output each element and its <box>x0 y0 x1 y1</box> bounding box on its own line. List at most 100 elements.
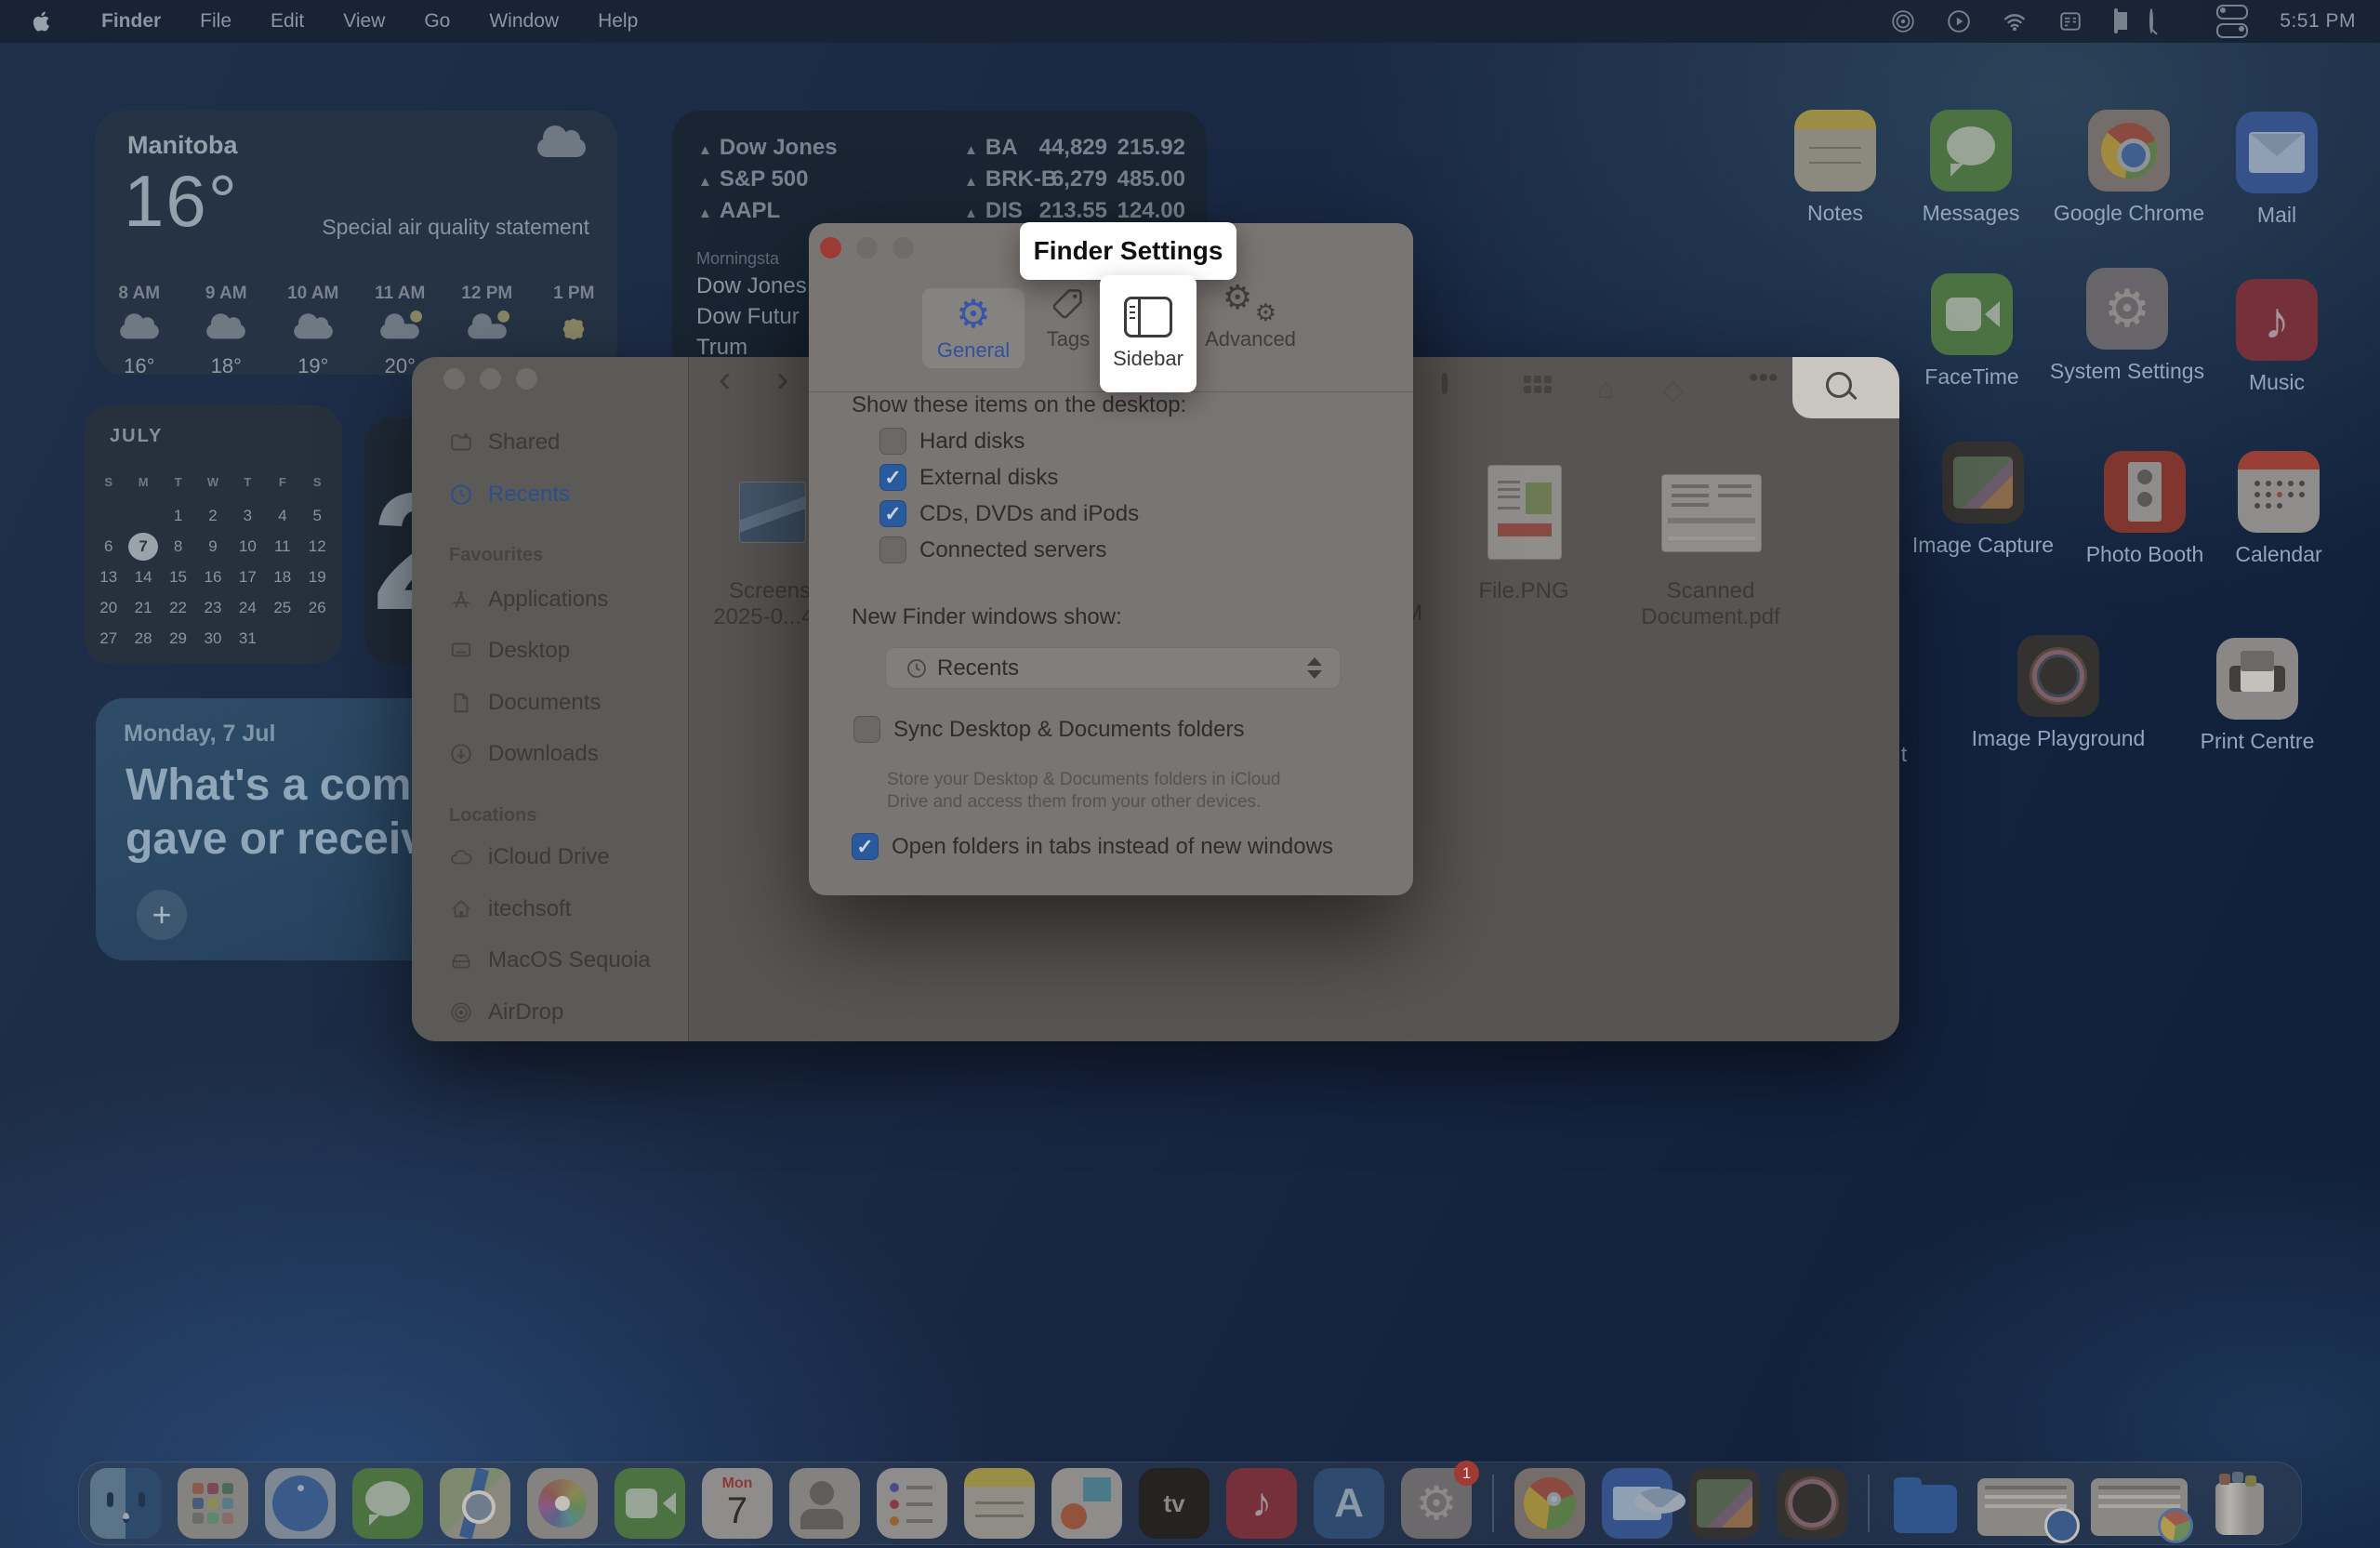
search-icon[interactable] <box>1826 372 1852 398</box>
dock-item-folder[interactable] <box>1890 1468 1961 1539</box>
zoom-button[interactable] <box>892 237 914 258</box>
calendar-day[interactable] <box>268 625 298 653</box>
calendar-day[interactable]: 25 <box>268 594 298 622</box>
dock-item-photos[interactable] <box>527 1468 598 1539</box>
desktop-icon-messages[interactable] <box>1930 110 2012 192</box>
sidebar-item-desktop[interactable]: Desktop <box>449 638 570 664</box>
tab-general[interactable]: ⚙ General <box>922 288 1025 368</box>
calendar-widget[interactable]: JULY SMTWTFS1234567891011121314151617181… <box>84 405 342 664</box>
calendar-day[interactable]: 2 <box>198 502 228 530</box>
input-source-icon[interactable] <box>2058 9 2082 33</box>
spotlight-search-icon[interactable] <box>2149 10 2153 33</box>
file-thumbnail-png[interactable] <box>1488 465 1562 560</box>
calendar-day[interactable]: 16 <box>198 563 228 591</box>
dock-item-trash[interactable] <box>2204 1468 2275 1539</box>
apple-logo-icon[interactable] <box>30 9 54 33</box>
open-folders-checkbox-row[interactable]: ✓ Open folders in tabs instead of new wi… <box>852 833 1333 860</box>
checkbox-unchecked[interactable] <box>879 428 906 455</box>
calendar-day[interactable]: 7 <box>128 533 158 561</box>
dock-item-appstore[interactable]: A <box>1314 1468 1384 1539</box>
calendar-day[interactable]: 6 <box>94 533 124 561</box>
menu-item-view[interactable]: View <box>343 10 385 33</box>
file-thumbnail-screenshot[interactable] <box>739 482 806 543</box>
file-label[interactable]: Document.pdf <box>1627 604 1794 630</box>
desktop-icon-facetime[interactable] <box>1931 273 2013 355</box>
checkbox-unchecked[interactable] <box>853 716 880 743</box>
calendar-day[interactable]: 17 <box>232 563 262 591</box>
checkbox-checked[interactable]: ✓ <box>879 464 906 491</box>
dock-item-capture[interactable] <box>1689 1468 1760 1539</box>
minimize-button[interactable] <box>480 368 501 390</box>
dock-item-playground[interactable] <box>1777 1468 1847 1539</box>
desktop-icon-calendar[interactable] <box>2238 451 2320 533</box>
dock-item-window[interactable] <box>1977 1478 2074 1536</box>
checkbox-row-connected-servers[interactable]: Connected servers <box>879 536 1106 563</box>
file-label[interactable]: File.PNG <box>1440 578 1607 604</box>
calendar-day[interactable] <box>94 502 124 530</box>
menu-item-finder[interactable]: Finder <box>101 10 161 33</box>
calendar-day[interactable]: 9 <box>198 533 228 561</box>
sidebar-item-airdrop[interactable]: AirDrop <box>449 999 563 1025</box>
desktop-icon-mail[interactable] <box>2236 112 2318 193</box>
sidebar-item-icloud-drive[interactable]: iCloud Drive <box>449 844 610 870</box>
menu-item-edit[interactable]: Edit <box>271 10 304 33</box>
calendar-day[interactable]: 1 <box>164 502 193 530</box>
menu-item-file[interactable]: File <box>200 10 231 33</box>
dock-item-safari[interactable] <box>265 1468 336 1539</box>
calendar-day[interactable]: 29 <box>164 625 193 653</box>
dock-item-music[interactable]: ♪ <box>1226 1468 1297 1539</box>
sidebar-item-shared[interactable]: Shared <box>449 430 560 456</box>
desktop-icon-photobooth[interactable] <box>2104 451 2186 533</box>
dock-item-finder[interactable] <box>90 1468 161 1539</box>
calendar-day[interactable]: 31 <box>232 625 262 653</box>
dock-item-chrome[interactable] <box>1514 1468 1585 1539</box>
file-label[interactable]: Scanned <box>1627 578 1794 604</box>
checkbox-checked[interactable]: ✓ <box>879 500 906 527</box>
desktop-icon-capture[interactable] <box>1942 442 2024 523</box>
calendar-day[interactable]: 21 <box>128 594 158 622</box>
dock-item-reminders[interactable] <box>877 1468 947 1539</box>
tag-icon[interactable]: ◇ <box>1662 374 1684 406</box>
calendar-day[interactable] <box>302 625 332 653</box>
sidebar-item-recents[interactable]: Recents <box>449 482 570 508</box>
group-view-icon[interactable] <box>1524 376 1555 400</box>
dock-item-mail[interactable] <box>1602 1468 1673 1539</box>
calendar-day[interactable]: 4 <box>268 502 298 530</box>
desktop-icon-chrome[interactable] <box>2088 110 2170 192</box>
calendar-day[interactable]: 10 <box>232 533 262 561</box>
menu-item-help[interactable]: Help <box>598 10 638 33</box>
desktop-icon-settings[interactable]: ⚙ <box>2086 268 2168 350</box>
sidebar-item-documents[interactable]: Documents <box>449 690 601 716</box>
calendar-day[interactable] <box>128 502 158 530</box>
gallery-view-icon[interactable] <box>1442 376 1448 392</box>
sidebar-item-macos-sequoia[interactable]: MacOS Sequoia <box>449 947 651 973</box>
wifi-icon[interactable] <box>2003 9 2027 33</box>
calendar-day[interactable]: 15 <box>164 563 193 591</box>
calendar-day[interactable]: 14 <box>128 563 158 591</box>
close-button[interactable] <box>443 368 465 390</box>
forward-chevron-icon[interactable]: › <box>776 359 788 401</box>
desktop-icon-print[interactable] <box>2216 638 2298 720</box>
zoom-button[interactable] <box>516 368 537 390</box>
minimize-button[interactable] <box>856 237 878 258</box>
calendar-day[interactable]: 26 <box>302 594 332 622</box>
calendar-day[interactable]: 22 <box>164 594 193 622</box>
desktop-icon-notes[interactable] <box>1794 110 1876 192</box>
dock-item-window[interactable] <box>2091 1478 2188 1536</box>
calendar-day[interactable]: 24 <box>232 594 262 622</box>
calendar-day[interactable]: 30 <box>198 625 228 653</box>
checkbox-row-external-disks[interactable]: ✓External disks <box>879 464 1058 491</box>
dock-item-settings[interactable]: ⚙1 <box>1401 1468 1472 1539</box>
calendar-day[interactable]: 19 <box>302 563 332 591</box>
checkbox-checked[interactable]: ✓ <box>852 833 879 860</box>
calendar-day[interactable]: 18 <box>268 563 298 591</box>
checkbox-row-hard-disks[interactable]: Hard disks <box>879 428 1025 455</box>
battery-icon[interactable] <box>2114 10 2118 33</box>
dock-item-launchpad[interactable] <box>178 1468 248 1539</box>
tab-advanced[interactable]: ⚙⚙ Advanced <box>1199 283 1302 351</box>
menu-clock[interactable]: 5:51 PM <box>2280 10 2356 33</box>
journal-add-button[interactable]: + <box>137 890 187 940</box>
calendar-day[interactable]: 8 <box>164 533 193 561</box>
sidebar-item-itechsoft[interactable]: itechsoft <box>449 896 571 922</box>
calendar-day[interactable]: 27 <box>94 625 124 653</box>
